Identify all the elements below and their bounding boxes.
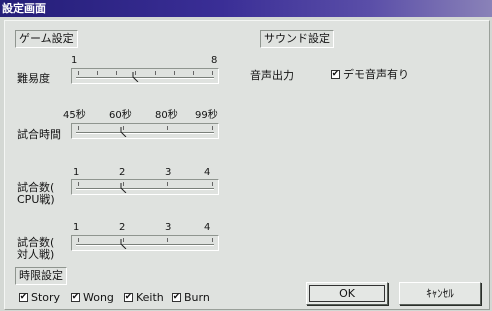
sound-output-label: 音声出力 xyxy=(250,69,294,82)
match-time-option-60: 60秒 xyxy=(109,110,132,121)
slider-tick xyxy=(167,238,169,242)
slider-tick xyxy=(167,182,169,186)
cpu-matches-option-3: 3 xyxy=(165,167,172,178)
slider-thumb-icon[interactable] xyxy=(120,183,128,193)
character-checkbox-keith[interactable]: ✔ Keith xyxy=(124,291,164,304)
cpu-matches-label-line2: CPU戦) xyxy=(17,193,55,206)
vs-matches-slider[interactable] xyxy=(71,235,219,251)
time-limit-header: 時限設定 xyxy=(15,267,67,285)
character-checkbox-wong[interactable]: ✔ Wong xyxy=(71,291,114,304)
sound-settings-header: サウンド設定 xyxy=(260,30,334,48)
match-time-option-80: 80秒 xyxy=(155,110,178,121)
check-mark-icon: ✔ xyxy=(172,292,181,302)
character-checkbox-story[interactable]: ✔ Story xyxy=(19,291,60,304)
character-label: Wong xyxy=(83,291,114,304)
match-time-option-99: 99秒 xyxy=(195,110,218,121)
check-mark-icon: ✔ xyxy=(331,69,340,79)
slider-thumb-icon[interactable] xyxy=(120,239,128,249)
slider-tick xyxy=(78,238,79,242)
match-time-option-45: 45秒 xyxy=(63,110,86,121)
slider-track xyxy=(76,244,214,246)
slider-tick xyxy=(212,126,213,130)
cpu-matches-option-2: 2 xyxy=(119,167,126,178)
cpu-matches-slider[interactable] xyxy=(71,179,219,195)
cpu-matches-option-1: 1 xyxy=(73,167,80,178)
character-label: Keith xyxy=(136,291,164,304)
vs-matches-option-4: 4 xyxy=(204,222,211,233)
cancel-button[interactable]: ｷｬﾝｾﾙ xyxy=(399,282,481,305)
slider-thumb-icon[interactable] xyxy=(120,127,128,137)
match-time-label: 試合時間 xyxy=(17,128,61,141)
character-label: Story xyxy=(31,291,61,304)
slider-track xyxy=(76,77,214,79)
vs-matches-option-3: 3 xyxy=(165,222,172,233)
demo-sound-checkbox[interactable]: ✔ デモ音声有り xyxy=(331,68,409,81)
game-settings-header: ゲーム設定 xyxy=(15,30,78,48)
difficulty-min-label: 1 xyxy=(71,55,78,66)
slider-tick xyxy=(97,71,99,75)
slider-tick xyxy=(173,71,175,75)
title-bar: 設定画面 xyxy=(0,0,492,17)
vs-matches-option-1: 1 xyxy=(73,222,80,233)
difficulty-label: 難易度 xyxy=(17,72,50,85)
slider-tick xyxy=(167,126,169,130)
settings-dialog: ゲーム設定 サウンド設定 1 8 難易度 45秒 60秒 80秒 99秒 試合時… xyxy=(4,20,490,310)
slider-track xyxy=(76,188,214,190)
slider-tick xyxy=(192,71,194,75)
slider-tick xyxy=(78,182,79,186)
check-mark-icon: ✔ xyxy=(71,292,80,302)
cpu-matches-option-4: 4 xyxy=(204,167,211,178)
match-time-slider[interactable] xyxy=(71,123,219,139)
slider-track xyxy=(76,132,214,134)
slider-thumb-icon[interactable] xyxy=(132,72,140,82)
slider-tick xyxy=(116,71,118,75)
difficulty-slider[interactable] xyxy=(71,68,219,84)
slider-tick xyxy=(212,238,213,242)
slider-tick xyxy=(78,71,79,75)
demo-sound-label: デモ音声有り xyxy=(343,68,409,81)
character-checkbox-burn[interactable]: ✔ Burn xyxy=(172,291,210,304)
slider-tick xyxy=(78,126,79,130)
difficulty-max-label: 8 xyxy=(211,55,218,66)
character-label: Burn xyxy=(184,291,210,304)
window-title: 設定画面 xyxy=(2,2,46,15)
check-mark-icon: ✔ xyxy=(19,292,28,302)
slider-tick xyxy=(212,182,213,186)
ok-button[interactable]: OK xyxy=(306,282,388,305)
vs-matches-option-2: 2 xyxy=(119,222,126,233)
check-mark-icon: ✔ xyxy=(124,292,133,302)
slider-tick xyxy=(154,71,156,75)
slider-tick xyxy=(212,71,213,75)
vs-matches-label-line2: 対人戦) xyxy=(17,248,55,261)
